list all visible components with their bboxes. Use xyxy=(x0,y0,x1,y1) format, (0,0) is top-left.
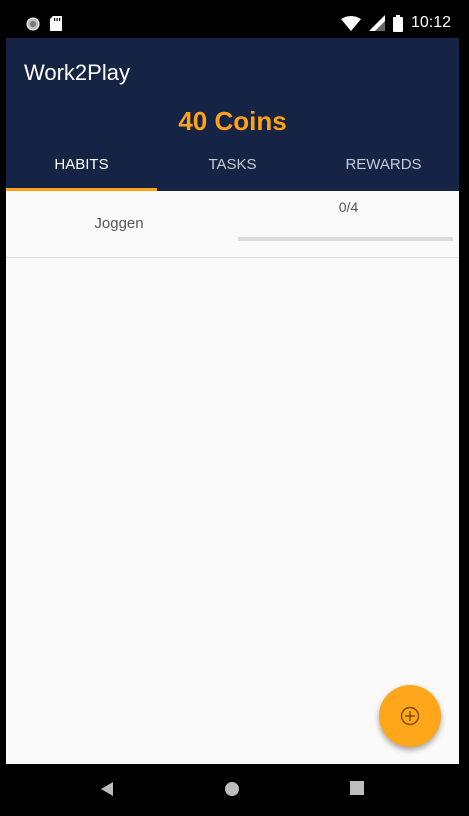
add-habit-button[interactable] xyxy=(379,685,441,747)
sd-card-icon xyxy=(50,16,62,31)
recents-icon[interactable] xyxy=(350,781,364,795)
navigation-bar xyxy=(0,764,469,816)
tab-bar: HABITS TASKS REWARDS xyxy=(6,141,459,191)
battery-icon xyxy=(392,14,403,32)
app-header: Work2Play 40 Coins HABITS TASKS REWARDS xyxy=(6,38,459,191)
status-bar: 10:12 xyxy=(0,0,469,38)
coin-balance: 40 Coins xyxy=(178,106,287,136)
tab-habits[interactable]: HABITS xyxy=(6,141,157,191)
wifi-icon xyxy=(340,15,361,31)
status-left-icons xyxy=(26,16,62,31)
habit-list: Joggen 0/4 xyxy=(6,191,459,258)
tab-rewards[interactable]: REWARDS xyxy=(308,141,459,191)
add-circle-icon xyxy=(400,706,420,726)
tab-tasks[interactable]: TASKS xyxy=(157,141,308,191)
app-title: Work2Play xyxy=(24,60,130,85)
back-icon[interactable] xyxy=(100,781,114,797)
app-window: Work2Play 40 Coins HABITS TASKS REWARDS … xyxy=(6,38,459,764)
habit-name: Joggen xyxy=(94,215,144,232)
home-icon[interactable] xyxy=(224,781,240,797)
habit-progress-bar xyxy=(238,237,453,241)
habit-progress-text: 0/4 xyxy=(338,199,359,215)
signal-icon xyxy=(368,15,385,31)
circle-indicator-icon xyxy=(26,17,40,30)
list-item[interactable]: Joggen 0/4 xyxy=(6,191,459,258)
status-time: 10:12 xyxy=(410,14,451,31)
status-right-icons: 10:12 xyxy=(340,14,451,32)
